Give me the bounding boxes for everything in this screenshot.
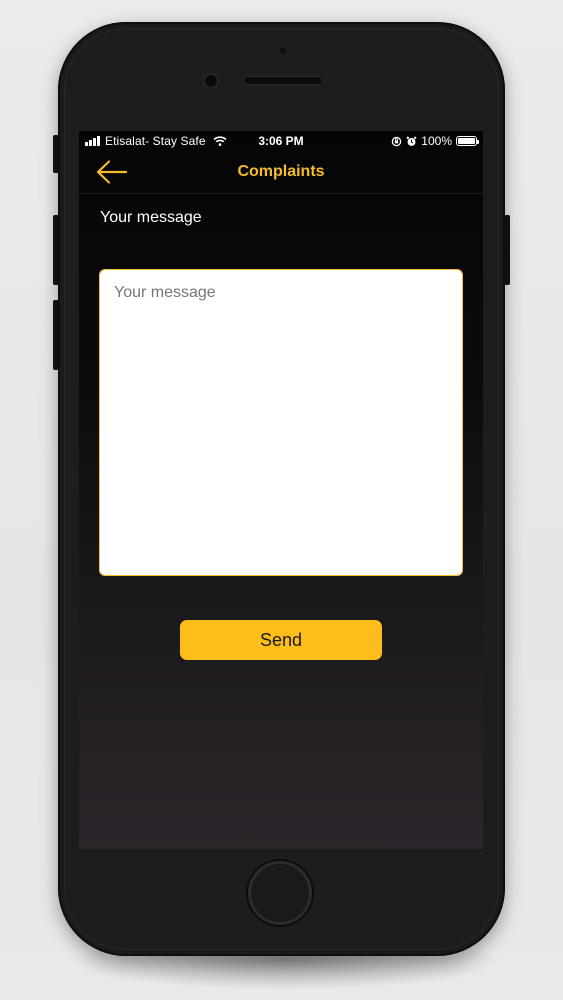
earpiece-speaker (244, 77, 322, 84)
battery-cap (477, 140, 479, 144)
page-title: Complaints (237, 163, 325, 180)
navigation-bar: Complaints (79, 151, 483, 194)
alarm-icon (406, 136, 417, 146)
proximity-sensor (280, 48, 286, 54)
orientation-lock-icon (392, 136, 402, 146)
status-right: 100% (391, 134, 479, 148)
home-button (248, 861, 312, 925)
message-label: Your message (100, 209, 202, 226)
status-bar: Etisalat- Stay Safe 3:06 PM 100% (79, 131, 483, 151)
battery-icon (456, 136, 479, 146)
app-screen: Etisalat- Stay Safe 3:06 PM 100% Complai… (79, 131, 483, 849)
battery-fill (458, 138, 475, 144)
send-button[interactable]: Send (180, 620, 382, 660)
front-camera (205, 75, 217, 87)
message-textarea[interactable] (99, 269, 463, 576)
battery-percent: 100% (421, 134, 452, 148)
